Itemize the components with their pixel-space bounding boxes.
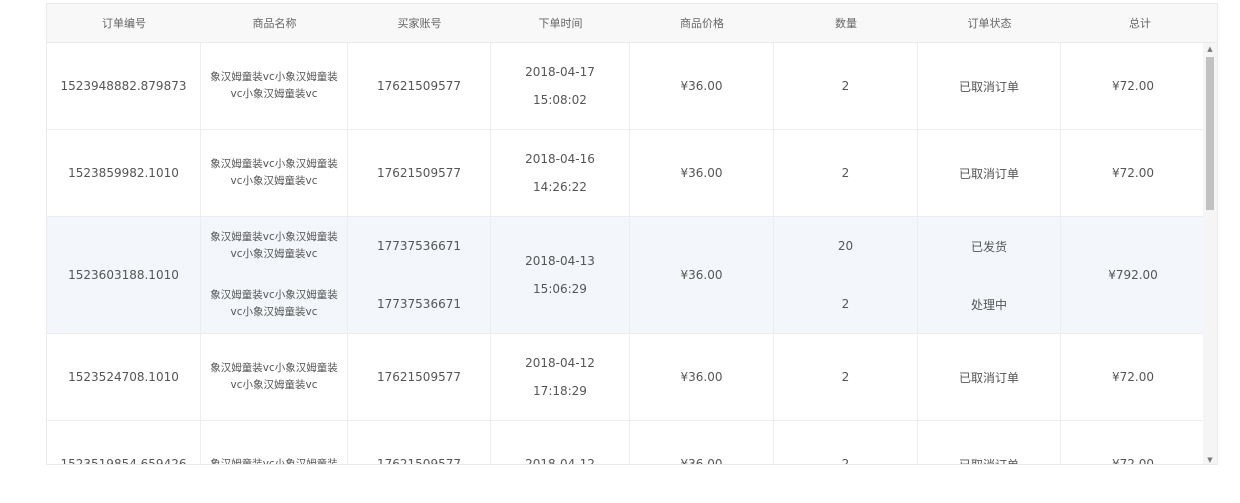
table-header: 订单编号 商品名称 买家账号 下单时间 商品价格 数量 订单状态 总计 <box>47 4 1217 43</box>
product-name: 象汉姆童装vc小象汉姆童装vc小象汉姆童装vc <box>210 362 338 391</box>
header-buyer-account[interactable]: 买家账号 <box>348 4 491 42</box>
scrollbar-thumb[interactable] <box>1206 57 1214 210</box>
status-cell: 已取消订单 <box>918 43 1061 129</box>
product-name-cell: 象汉姆童装vc小象汉姆童装vc小象汉姆童装vc <box>201 130 348 216</box>
order-date: 2018-04-12 <box>525 356 595 370</box>
total-cell: ¥72.00 <box>1112 166 1154 180</box>
order-id-cell: 1523519854.659426 <box>47 421 201 464</box>
price-cell: ¥36.00 <box>630 130 774 216</box>
total-cell: ¥792.00 <box>1108 268 1158 282</box>
scroll-up-arrow-icon[interactable]: ▲ <box>1203 43 1217 55</box>
order-id-cell: 1523524708.1010 <box>47 334 201 420</box>
quantity-cell: 2 <box>774 421 918 464</box>
product-name-cell: 象汉姆童装vc小象汉姆童装vc小象汉姆童装vc <box>201 43 348 129</box>
order-id-cell: 1523859982.1010 <box>47 130 201 216</box>
table-row[interactable]: 1523524708.1010 象汉姆童装vc小象汉姆童装vc小象汉姆童装vc … <box>47 334 1205 421</box>
header-price[interactable]: 商品价格 <box>630 4 774 42</box>
price-cell: ¥36.00 <box>630 43 774 129</box>
buyer-account-cell: 17621509577 <box>348 43 491 129</box>
quantity-cell: 20 2 <box>774 217 918 333</box>
product-name: 象汉姆童装vc小象汉姆童装 <box>210 457 338 465</box>
vertical-scrollbar[interactable]: ▲ ▼ <box>1203 43 1217 464</box>
total-cell: ¥72.00 <box>1112 79 1154 93</box>
order-id-cell: 1523948882.879873 <box>47 43 201 129</box>
order-date: 2018-04-16 <box>525 152 595 166</box>
table-row[interactable]: 1523519854.659426 象汉姆童装vc小象汉姆童装 17621509… <box>47 421 1205 465</box>
table-body[interactable]: 1523948882.879873 象汉姆童装vc小象汉姆童装vc小象汉姆童装v… <box>47 43 1205 465</box>
total-cell: ¥72.00 <box>1112 457 1154 465</box>
status-cell: 已取消订单 <box>918 421 1061 464</box>
header-total[interactable]: 总计 <box>1061 4 1217 42</box>
status-value: 处理中 <box>970 297 1007 312</box>
order-date: 2018-04-12 <box>525 457 595 465</box>
orders-table: 订单编号 商品名称 买家账号 下单时间 商品价格 数量 订单状态 总计 1523… <box>46 3 1218 465</box>
product-name: 象汉姆童装vc小象汉姆童装vc小象汉姆童装vc <box>210 71 338 100</box>
order-date: 2018-04-13 <box>525 254 595 268</box>
quantity-value: 2 <box>841 297 850 311</box>
status-cell: 已取消订单 <box>918 130 1061 216</box>
order-time-cell: 2018-04-12 <box>491 421 630 465</box>
status-value: 已发货 <box>970 239 1007 254</box>
order-time: 17:18:29 <box>533 384 587 398</box>
order-time: 15:06:29 <box>533 282 587 296</box>
buyer-account: 17737536671 <box>377 297 461 311</box>
order-time-cell: 2018-04-12 17:18:29 <box>491 334 630 420</box>
table-row-highlighted[interactable]: 1523603188.1010 象汉姆童装vc小象汉姆童装vc小象汉姆童装vc … <box>47 217 1205 334</box>
buyer-account-cell: 17737536671 17737536671 <box>348 217 491 333</box>
total-cell: ¥72.00 <box>1112 370 1154 384</box>
order-time-cell: 2018-04-17 15:08:02 <box>491 43 630 129</box>
header-quantity[interactable]: 数量 <box>774 4 918 42</box>
quantity-cell: 2 <box>774 130 918 216</box>
order-time: 14:26:22 <box>533 180 587 194</box>
product-name-cell: 象汉姆童装vc小象汉姆童装vc小象汉姆童装vc 象汉姆童装vc小象汉姆童装vc小… <box>201 217 348 333</box>
order-time-cell: 2018-04-13 15:06:29 <box>491 217 630 333</box>
buyer-account-cell: 17621509577 <box>348 334 491 420</box>
header-order-time[interactable]: 下单时间 <box>491 4 630 42</box>
product-name-cell: 象汉姆童装vc小象汉姆童装vc小象汉姆童装vc <box>201 334 348 420</box>
header-status[interactable]: 订单状态 <box>918 4 1061 42</box>
price-cell: ¥36.00 <box>630 334 774 420</box>
product-name-cell: 象汉姆童装vc小象汉姆童装 <box>201 421 348 465</box>
order-id-cell: 1523603188.1010 <box>47 217 201 333</box>
order-time: 15:08:02 <box>533 93 587 107</box>
header-order-id[interactable]: 订单编号 <box>47 4 201 42</box>
product-name: 象汉姆童装vc小象汉姆童装vc小象汉姆童装vc <box>210 158 338 187</box>
scroll-down-arrow-icon[interactable]: ▼ <box>1203 454 1217 464</box>
product-name: 象汉姆童装vc小象汉姆童装vc小象汉姆童装vc <box>210 231 338 260</box>
buyer-account-cell: 17621509577 <box>348 130 491 216</box>
order-date: 2018-04-17 <box>525 65 595 79</box>
order-time-cell: 2018-04-16 14:26:22 <box>491 130 630 216</box>
price-cell: ¥36.00 <box>630 217 774 333</box>
product-name: 象汉姆童装vc小象汉姆童装vc小象汉姆童装vc <box>210 289 338 318</box>
quantity-cell: 2 <box>774 43 918 129</box>
status-cell: 已发货 处理中 <box>918 217 1061 333</box>
table-row[interactable]: 1523859982.1010 象汉姆童装vc小象汉姆童装vc小象汉姆童装vc … <box>47 130 1205 217</box>
quantity-cell: 2 <box>774 334 918 420</box>
status-cell: 已取消订单 <box>918 334 1061 420</box>
header-product-name[interactable]: 商品名称 <box>201 4 348 42</box>
quantity-value: 20 <box>837 239 854 253</box>
buyer-account: 17737536671 <box>377 239 461 253</box>
table-row[interactable]: 1523948882.879873 象汉姆童装vc小象汉姆童装vc小象汉姆童装v… <box>47 43 1205 130</box>
price-cell: ¥36.00 <box>630 421 774 464</box>
buyer-account-cell: 17621509577 <box>348 421 491 464</box>
